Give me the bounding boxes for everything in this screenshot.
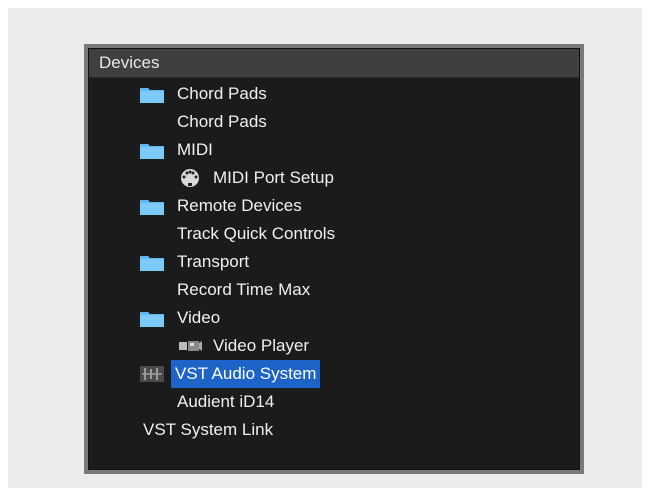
folder-icon <box>139 140 165 160</box>
devices-panel: Devices Chord Pads Chord Pads MIDI MIDI … <box>84 44 584 474</box>
tree-item-label: Chord Pads <box>177 84 267 103</box>
tree-item-label: VST Audio System <box>171 360 321 388</box>
tree-item-remote-devices-folder[interactable]: Remote Devices <box>139 192 306 220</box>
devices-panel-inner: Devices Chord Pads Chord Pads MIDI MIDI … <box>88 48 580 470</box>
tree-item-track-quick-controls[interactable]: Track Quick Controls <box>173 220 339 248</box>
audio-system-icon <box>139 364 165 384</box>
tree-item-label: VST System Link <box>143 420 274 439</box>
tree-item-transport-folder[interactable]: Transport <box>139 248 253 276</box>
tree-item-label: Remote Devices <box>177 196 302 215</box>
tree-item-audient-id14[interactable]: Audient iD14 <box>173 388 278 416</box>
tree-item-midi-port-setup[interactable]: MIDI Port Setup <box>177 164 338 192</box>
folder-icon <box>139 196 165 216</box>
tree-item-video-folder[interactable]: Video <box>139 304 224 332</box>
tree-item-label: MIDI Port Setup <box>213 168 334 187</box>
panel-title: Devices <box>89 49 579 78</box>
tree-item-midi-folder[interactable]: MIDI <box>139 136 217 164</box>
tree-item-label: Video <box>177 308 221 327</box>
tree-item-label: Track Quick Controls <box>177 224 336 243</box>
video-player-icon <box>177 336 203 356</box>
tree-item-label: Audient iD14 <box>177 392 275 411</box>
midi-port-icon <box>177 168 203 188</box>
tree-item-label: Video Player <box>213 336 310 355</box>
tree-item-chord-pads-folder[interactable]: Chord Pads <box>139 80 271 108</box>
tree-item-label: Record Time Max <box>177 280 311 299</box>
folder-icon <box>139 84 165 104</box>
tree-item-video-player[interactable]: Video Player <box>177 332 313 360</box>
tree-item-record-time-max[interactable]: Record Time Max <box>173 276 314 304</box>
folder-icon <box>139 308 165 328</box>
tree-item-vst-system-link[interactable]: VST System Link <box>139 416 277 444</box>
tree-item-label: Chord Pads <box>177 112 267 131</box>
tree-item-chord-pads[interactable]: Chord Pads <box>173 108 271 136</box>
tree-item-vst-audio-system[interactable]: VST Audio System <box>139 360 321 388</box>
tree-item-label: MIDI <box>177 140 213 159</box>
tree-item-label: Transport <box>177 252 250 271</box>
folder-icon <box>139 252 165 272</box>
